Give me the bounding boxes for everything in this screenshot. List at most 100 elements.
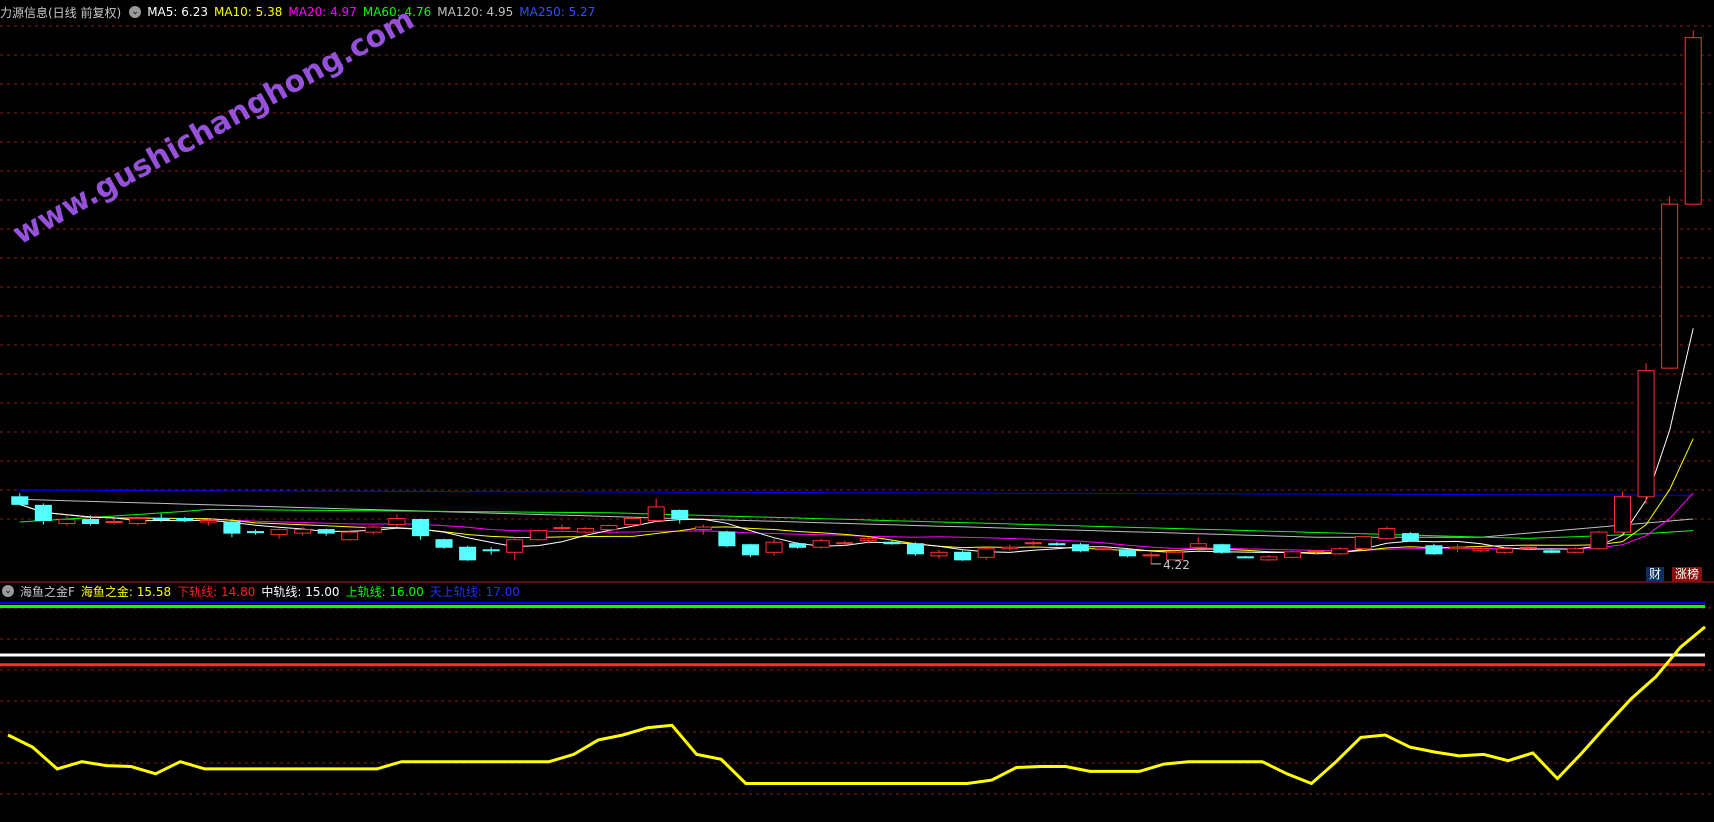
candle (812, 538, 830, 549)
candle-body-up (1684, 37, 1702, 205)
candle-body-up (388, 517, 406, 526)
candle (435, 538, 453, 549)
indicator-name: 海鱼之金F (20, 584, 75, 599)
candle (600, 524, 618, 533)
candle (459, 545, 477, 561)
candle-body-up (1472, 548, 1490, 552)
candle (1236, 555, 1254, 559)
candle-body-up (1661, 203, 1679, 369)
candle-body-down (883, 541, 901, 545)
ma-legend-ma250: MA250: 5.27 (519, 5, 596, 19)
candle (1425, 543, 1443, 555)
rise-list-tag[interactable]: 涨榜 (1672, 567, 1703, 582)
indicator-levels (0, 602, 1705, 667)
candle-body-up (294, 529, 312, 534)
indicator-header: ⌄ 海鱼之金F 海鱼之金: 15.58 下轨线: 14.80 中轨线: 15.00 上… (0, 581, 526, 601)
ma-legend-ma60: MA60: 4.76 (362, 5, 432, 19)
candle (317, 528, 335, 536)
low-price-label: 4.22 (1163, 558, 1190, 572)
candle-body-up (859, 538, 877, 542)
candle (1071, 542, 1089, 553)
candle (1354, 535, 1372, 550)
candle-body-up (341, 531, 359, 541)
candle (11, 493, 29, 505)
candle-body-down (482, 549, 500, 552)
candle-body-up (1307, 550, 1325, 553)
candle (1378, 526, 1396, 540)
candle-body-down (1236, 556, 1254, 559)
candle-body-down (671, 509, 689, 519)
candle (411, 518, 429, 540)
candle-body-up (105, 521, 123, 524)
candle-body-down (34, 504, 52, 522)
candle-body-up (1449, 546, 1467, 550)
ma-legend-ma5: MA5: 6.23 (147, 5, 208, 19)
candle (1189, 537, 1207, 549)
candle (789, 542, 807, 549)
ma-legend-ma10: MA10: 5.38 (213, 5, 283, 19)
candle (671, 509, 689, 524)
indicator-legend-1: 下轨线: 14.80 (177, 584, 256, 599)
candle-body-down (1119, 549, 1137, 557)
candle-body-down (906, 543, 924, 555)
candle-body-up (1354, 536, 1372, 550)
finance-tag[interactable]: 财 (1646, 567, 1665, 582)
candle (388, 514, 406, 528)
candle-body-up (1284, 551, 1302, 558)
candle-body-down (152, 517, 170, 520)
candle-body-up (1001, 546, 1019, 550)
candle (765, 538, 783, 556)
candle-body-up (600, 525, 618, 531)
candle (930, 549, 948, 559)
candle-body-down (176, 517, 194, 522)
candle-body-down (1048, 543, 1066, 546)
candle-body-down (1071, 544, 1089, 552)
candle-body-up (930, 551, 948, 557)
candle-body-up (1095, 548, 1113, 551)
candle (1661, 196, 1679, 369)
candle (906, 542, 924, 556)
candle-body-down (223, 521, 241, 534)
indicator-legend-0: 海鱼之金: 15.58 (80, 584, 172, 599)
candle (270, 528, 288, 539)
candle-body-down (459, 546, 477, 561)
candle (1496, 547, 1514, 554)
candle-body-up (1519, 546, 1537, 549)
main-chart-header: 力源信息(日线 前复权) ⌄ MA5: 6.23 MA10: 5.38 MA20: … (0, 2, 601, 22)
candle-body-down (1543, 550, 1561, 553)
candle-body-down (81, 519, 100, 525)
candle-body-down (1401, 533, 1419, 542)
candle (1684, 30, 1702, 205)
candle-body-up (1637, 370, 1655, 498)
candle-body-down (246, 531, 264, 534)
candle (1590, 530, 1608, 550)
candle (129, 516, 147, 526)
candle-body-up (553, 527, 571, 530)
candle (34, 503, 52, 525)
settings-icon[interactable]: ⌄ (129, 6, 142, 18)
stock-chart[interactable]: www.gushichanghong.com 4.22 力源信息(日线 前复权) … (0, 0, 1714, 818)
ma250-line (19, 489, 1694, 496)
candle-body-up (506, 539, 524, 553)
candle-body-down (317, 529, 335, 534)
candle (223, 519, 241, 538)
candle-body-down (1425, 545, 1443, 555)
candle-body-up (1613, 496, 1632, 533)
candle-body-up (129, 517, 147, 525)
candle-body-up (364, 526, 382, 533)
candle (741, 543, 759, 558)
candle (1401, 532, 1419, 542)
moving-averages (19, 328, 1694, 555)
candle (553, 524, 571, 531)
candle (1213, 543, 1231, 554)
candle (529, 529, 547, 541)
candle-body-up (1024, 542, 1042, 545)
indicator-settings-icon[interactable]: ⌄ (2, 585, 14, 597)
candle-body-up (529, 530, 547, 541)
ma-legend-ma120: MA120: 4.95 (437, 5, 514, 19)
candle-body-up (58, 519, 76, 525)
candle (1331, 547, 1349, 555)
candle (364, 525, 382, 535)
candle-body-up (1378, 528, 1396, 540)
ma-legend-ma20: MA20: 4.97 (288, 5, 357, 19)
